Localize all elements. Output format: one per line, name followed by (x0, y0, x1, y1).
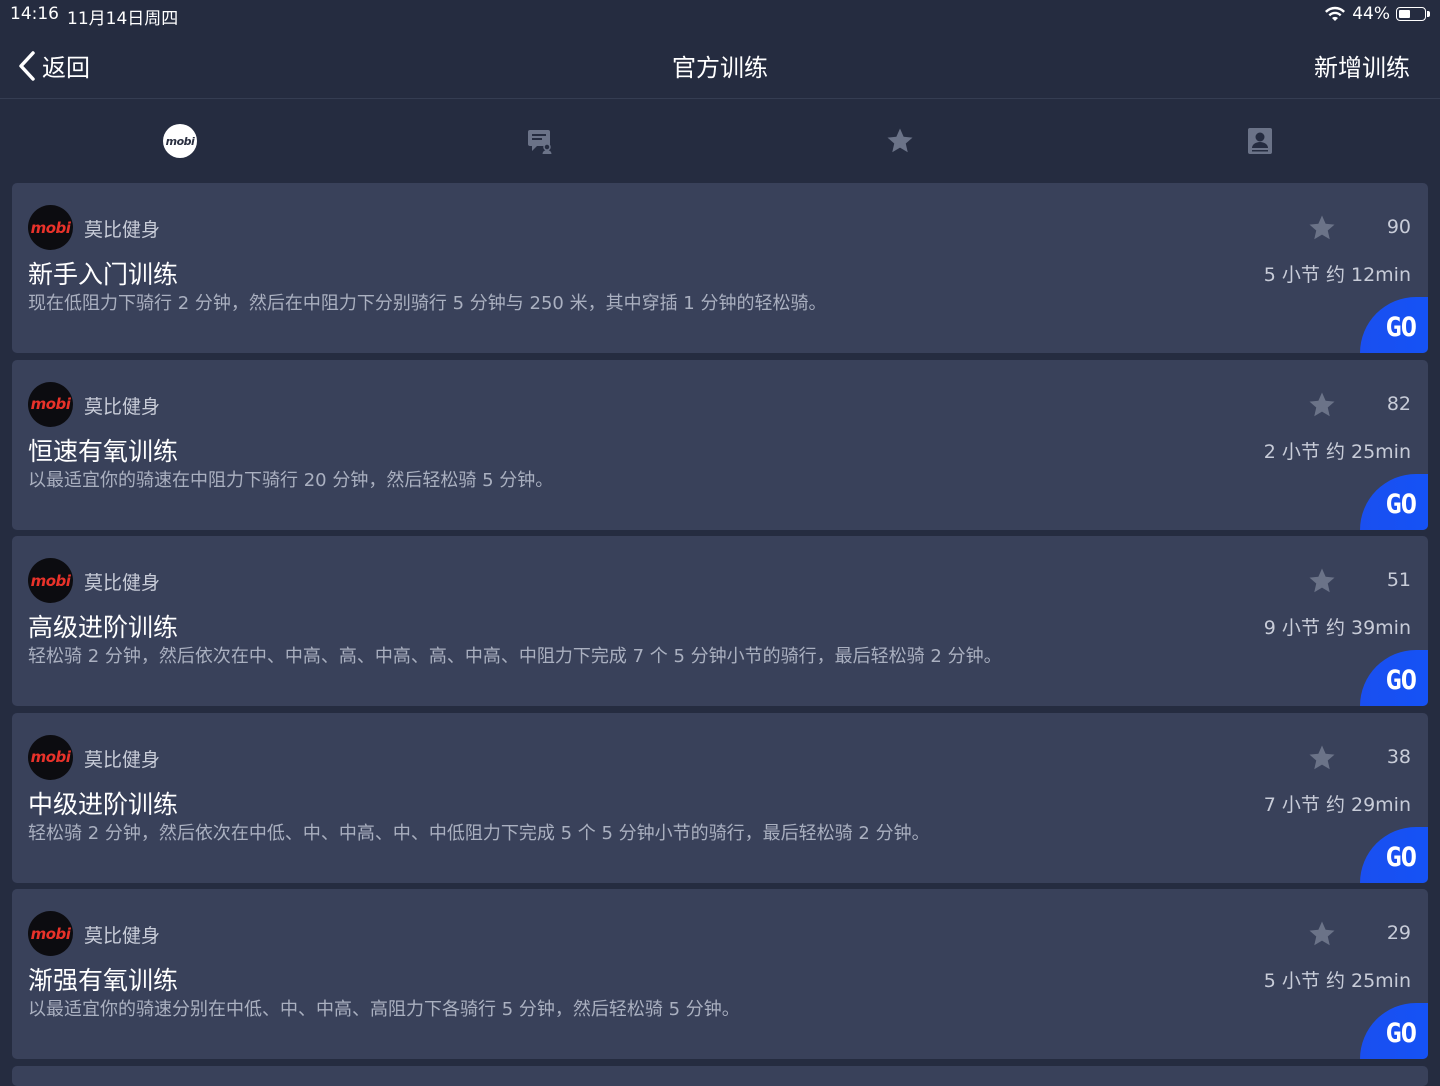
workout-meta: 5 小节 约 25min (1263, 970, 1411, 992)
tab-mine[interactable] (1240, 121, 1280, 161)
go-button[interactable]: GO (1360, 1003, 1428, 1059)
person-badge-icon (1248, 128, 1272, 154)
battery-percent: 44% (1352, 4, 1390, 24)
favorite-star-icon[interactable] (1307, 919, 1337, 949)
workout-meta: 7 小节 约 29min (1263, 793, 1411, 816)
favorite-count: 29 (1386, 922, 1411, 944)
workout-card[interactable]: mobi 莫比健身 高级进阶训练 轻松骑 2 分钟，然后依次在中、中高、高、中高… (12, 536, 1428, 706)
workout-title: 渐强有氧训练 (28, 966, 179, 995)
workout-title: 新手入门训练 (28, 260, 179, 289)
go-button[interactable]: GO (1360, 826, 1428, 883)
favorite-star-icon[interactable] (1307, 213, 1337, 243)
tab-community[interactable] (520, 121, 560, 161)
workout-list: mobi 莫比健身 新手入门训练 现在低阻力下骑行 2 分钟，然后在中阻力下分别… (12, 183, 1428, 1086)
workout-meta: 5 小节 约 12min (1263, 264, 1411, 286)
workout-card[interactable]: mobi 莫比健身 恒速有氧训练 以最适宜你的骑速在中阻力下骑行 20 分钟，然… (12, 359, 1428, 530)
battery-icon (1396, 7, 1426, 21)
workout-card[interactable]: mobi 莫比健身 中级进阶训练 轻松骑 2 分钟，然后依次在中低、中、中高、中… (12, 712, 1428, 883)
favorite-star-icon[interactable] (1307, 390, 1337, 420)
go-button[interactable]: GO (1360, 297, 1428, 353)
workout-description: 轻松骑 2 分钟，然后依次在中、中高、高、中高、高、中高、中阻力下完成 7 个 … (28, 646, 1002, 667)
workout-description: 以最适宜你的骑速在中阻力下骑行 20 分钟，然后轻松骑 5 分钟。 (28, 469, 554, 491)
status-bar: 14:16 11月14日周四 44% (0, 0, 1440, 29)
favorite-count: 51 (1386, 569, 1411, 591)
author-avatar: mobi (28, 205, 73, 250)
status-date: 11月14日周四 (67, 9, 179, 29)
status-time: 14:16 (10, 4, 59, 24)
workout-meta: 9 小节 约 39min (1263, 617, 1411, 639)
author-avatar: mobi (28, 381, 73, 427)
author-avatar: mobi (28, 911, 73, 956)
go-button[interactable]: GO (1360, 473, 1428, 530)
workout-title: 恒速有氧训练 (28, 436, 179, 466)
author-name: 莫比健身 (84, 219, 161, 241)
workout-description: 以最适宜你的骑速分别在中低、中、中高、高阻力下各骑行 5 分钟，然后轻松骑 5 … (28, 999, 740, 1020)
author-avatar: mobi (28, 558, 73, 603)
favorite-star-icon[interactable] (1307, 566, 1337, 596)
battery-tip (1427, 11, 1430, 17)
author-name: 莫比健身 (84, 748, 161, 771)
page-title: 官方训练 (672, 54, 768, 82)
workout-card[interactable]: mobi 莫比健身 渐强有氧训练 以最适宜你的骑速分别在中低、中、中高、高阻力下… (12, 889, 1428, 1059)
author-name: 莫比健身 (84, 395, 161, 418)
workout-title: 高级进阶训练 (28, 613, 179, 642)
workout-card-partial[interactable] (12, 1065, 1428, 1086)
wifi-icon (1325, 6, 1346, 21)
nav-bar: 返回 官方训练 新增训练 (0, 28, 1440, 99)
go-button[interactable]: GO (1360, 650, 1428, 706)
workout-meta: 2 小节 约 25min (1263, 440, 1411, 463)
status-right: 44% (1324, 4, 1430, 24)
favorite-star-icon[interactable] (1307, 743, 1337, 773)
mobi-logo-icon: mobi (163, 124, 197, 158)
add-workout-button[interactable]: 新增训练 (1314, 48, 1410, 83)
workout-card[interactable]: mobi 莫比健身 新手入门训练 现在低阻力下骑行 2 分钟，然后在中阻力下分别… (12, 183, 1428, 353)
tab-favorites[interactable] (880, 121, 920, 161)
workout-description: 轻松骑 2 分钟，然后依次在中低、中、中高、中、中低阻力下完成 5 个 5 分钟… (28, 822, 930, 844)
author-name: 莫比健身 (84, 925, 161, 947)
favorite-count: 82 (1386, 392, 1411, 415)
favorite-count: 90 (1386, 216, 1411, 238)
favorite-count: 38 (1386, 745, 1411, 768)
workout-description: 现在低阻力下骑行 2 分钟，然后在中阻力下分别骑行 5 分钟与 250 米，其中… (28, 293, 827, 314)
chat-user-icon (528, 130, 552, 154)
author-avatar: mobi (28, 734, 73, 780)
author-name: 莫比健身 (84, 572, 161, 594)
tab-official[interactable]: mobi (160, 121, 200, 161)
workout-title: 中级进阶训练 (28, 789, 179, 819)
star-icon (887, 128, 913, 153)
tab-bar: mobi (0, 99, 1440, 181)
